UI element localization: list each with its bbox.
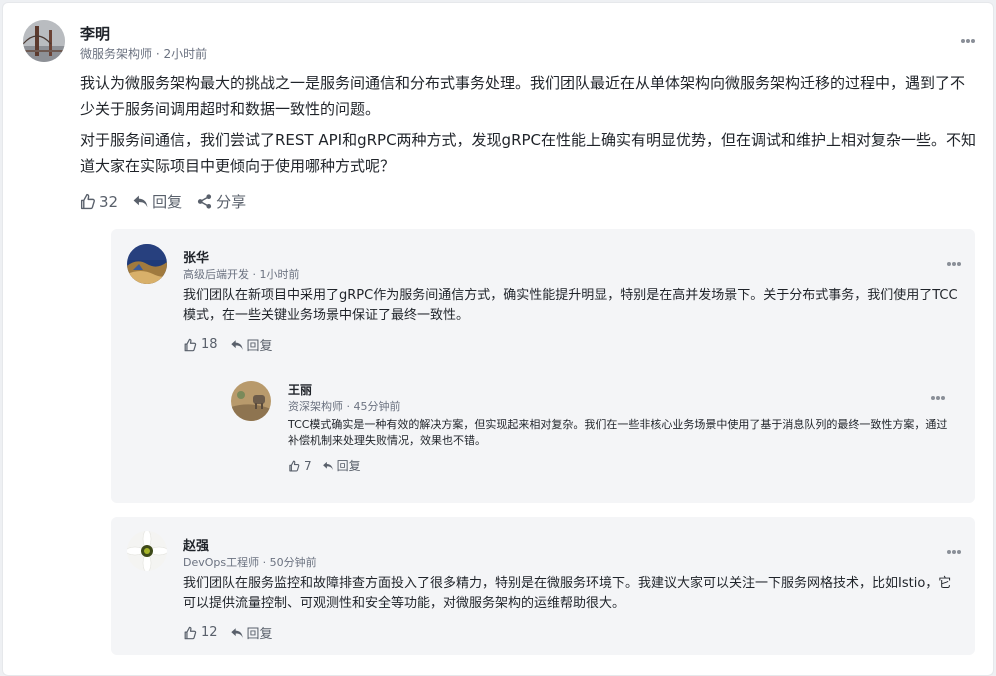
avatar[interactable]: [231, 381, 271, 421]
avatar-bridge-image: [23, 20, 65, 62]
thumbs-up-icon: [289, 460, 300, 471]
thumbs-up-icon: [184, 338, 197, 351]
reply-label: 回复: [246, 627, 273, 642]
share-icon: [198, 194, 212, 209]
post-actions: 32 回复 分享: [79, 191, 246, 212]
reply-actions: 12 回复: [183, 623, 273, 642]
post-time: 50分钟前: [269, 556, 317, 569]
reply-actions: 7 回复: [288, 457, 361, 474]
like-count: 18: [201, 337, 218, 352]
share-label: 分享: [216, 193, 247, 211]
post-time: 45分钟前: [353, 400, 401, 413]
reply-button[interactable]: 回复: [322, 457, 361, 474]
reply-icon: [230, 627, 243, 638]
share-button[interactable]: 分享: [196, 191, 246, 212]
like-count: 32: [99, 192, 119, 211]
like-button[interactable]: 12: [183, 625, 218, 640]
reply-label: 回复: [336, 459, 361, 473]
like-count: 7: [304, 458, 312, 473]
reply-button[interactable]: 回复: [230, 623, 273, 642]
thumbs-up-icon: [184, 626, 197, 639]
avatar[interactable]: [127, 531, 167, 571]
thumbs-up-icon: [80, 193, 95, 210]
avatar-nature-image: [231, 381, 271, 421]
more-options-icon[interactable]: [947, 262, 961, 266]
post-time: 1小时前: [259, 268, 300, 281]
post-paragraph-1: 我认为微服务架构最大的挑战之一是服务间通信和分布式事务处理。我们团队最近在从单体…: [80, 74, 966, 118]
author-meta: 高级后端开发 · 1小时前: [183, 266, 300, 282]
like-count: 12: [201, 625, 218, 640]
more-options-icon[interactable]: [947, 550, 961, 554]
reply-icon: [133, 195, 148, 208]
reply-text: 我们团队在服务监控和故障排查方面投入了很多精力，特别是在微服务环境下。我建议大家…: [183, 576, 952, 611]
like-button[interactable]: 18: [183, 337, 218, 352]
meta-separator: ·: [259, 556, 270, 569]
discussion-card: 李明 微服务架构师 · 2小时前 我认为微服务架构最大的挑战之一是服务间通信和分…: [2, 2, 994, 676]
author-role: DevOps工程师: [183, 556, 260, 569]
more-options-icon[interactable]: [931, 396, 945, 400]
reply-label: 回复: [152, 193, 183, 211]
reply-label: 回复: [246, 339, 273, 354]
reply-icon: [230, 339, 243, 350]
reply-icon: [322, 461, 333, 470]
author-name[interactable]: 王丽: [288, 381, 312, 398]
avatar-flower-image: [127, 531, 167, 571]
meta-separator: ·: [249, 268, 260, 281]
author-name[interactable]: 赵强: [183, 535, 209, 554]
author-role: 资深架构师: [288, 400, 343, 413]
reply-button[interactable]: 回复: [230, 335, 273, 354]
more-options-icon[interactable]: [961, 39, 975, 43]
avatar[interactable]: [127, 244, 167, 284]
author-meta: 微服务架构师 · 2小时前: [80, 45, 207, 62]
avatar[interactable]: [23, 20, 65, 62]
author-role: 高级后端开发: [183, 268, 249, 281]
reply-text: 我们团队在新项目中采用了gRPC作为服务间通信方式，确实性能提升明显，特别是在高…: [183, 288, 958, 323]
author-role: 微服务架构师: [80, 47, 153, 61]
reply-actions: 18 回复: [183, 335, 273, 354]
author-meta: 资深架构师 · 45分钟前: [288, 398, 401, 414]
author-name[interactable]: 李明: [80, 23, 110, 44]
author-meta: DevOps工程师 · 50分钟前: [183, 554, 317, 570]
like-button[interactable]: 32: [79, 193, 118, 211]
post-paragraph-2: 对于服务间通信，我们尝试了REST API和gRPC两种方式，发现gRPC在性能…: [80, 131, 977, 175]
reply-text: TCC模式确实是一种有效的解决方案，但实现起来相对复杂。我们在一些非核心业务场景…: [288, 418, 948, 447]
post-time: 2小时前: [163, 47, 208, 61]
reply-button[interactable]: 回复: [132, 191, 182, 212]
meta-separator: ·: [152, 47, 164, 61]
meta-separator: ·: [343, 400, 354, 413]
like-button[interactable]: 7: [288, 459, 312, 473]
author-name[interactable]: 张华: [183, 247, 209, 266]
avatar-landscape-image: [127, 244, 167, 284]
